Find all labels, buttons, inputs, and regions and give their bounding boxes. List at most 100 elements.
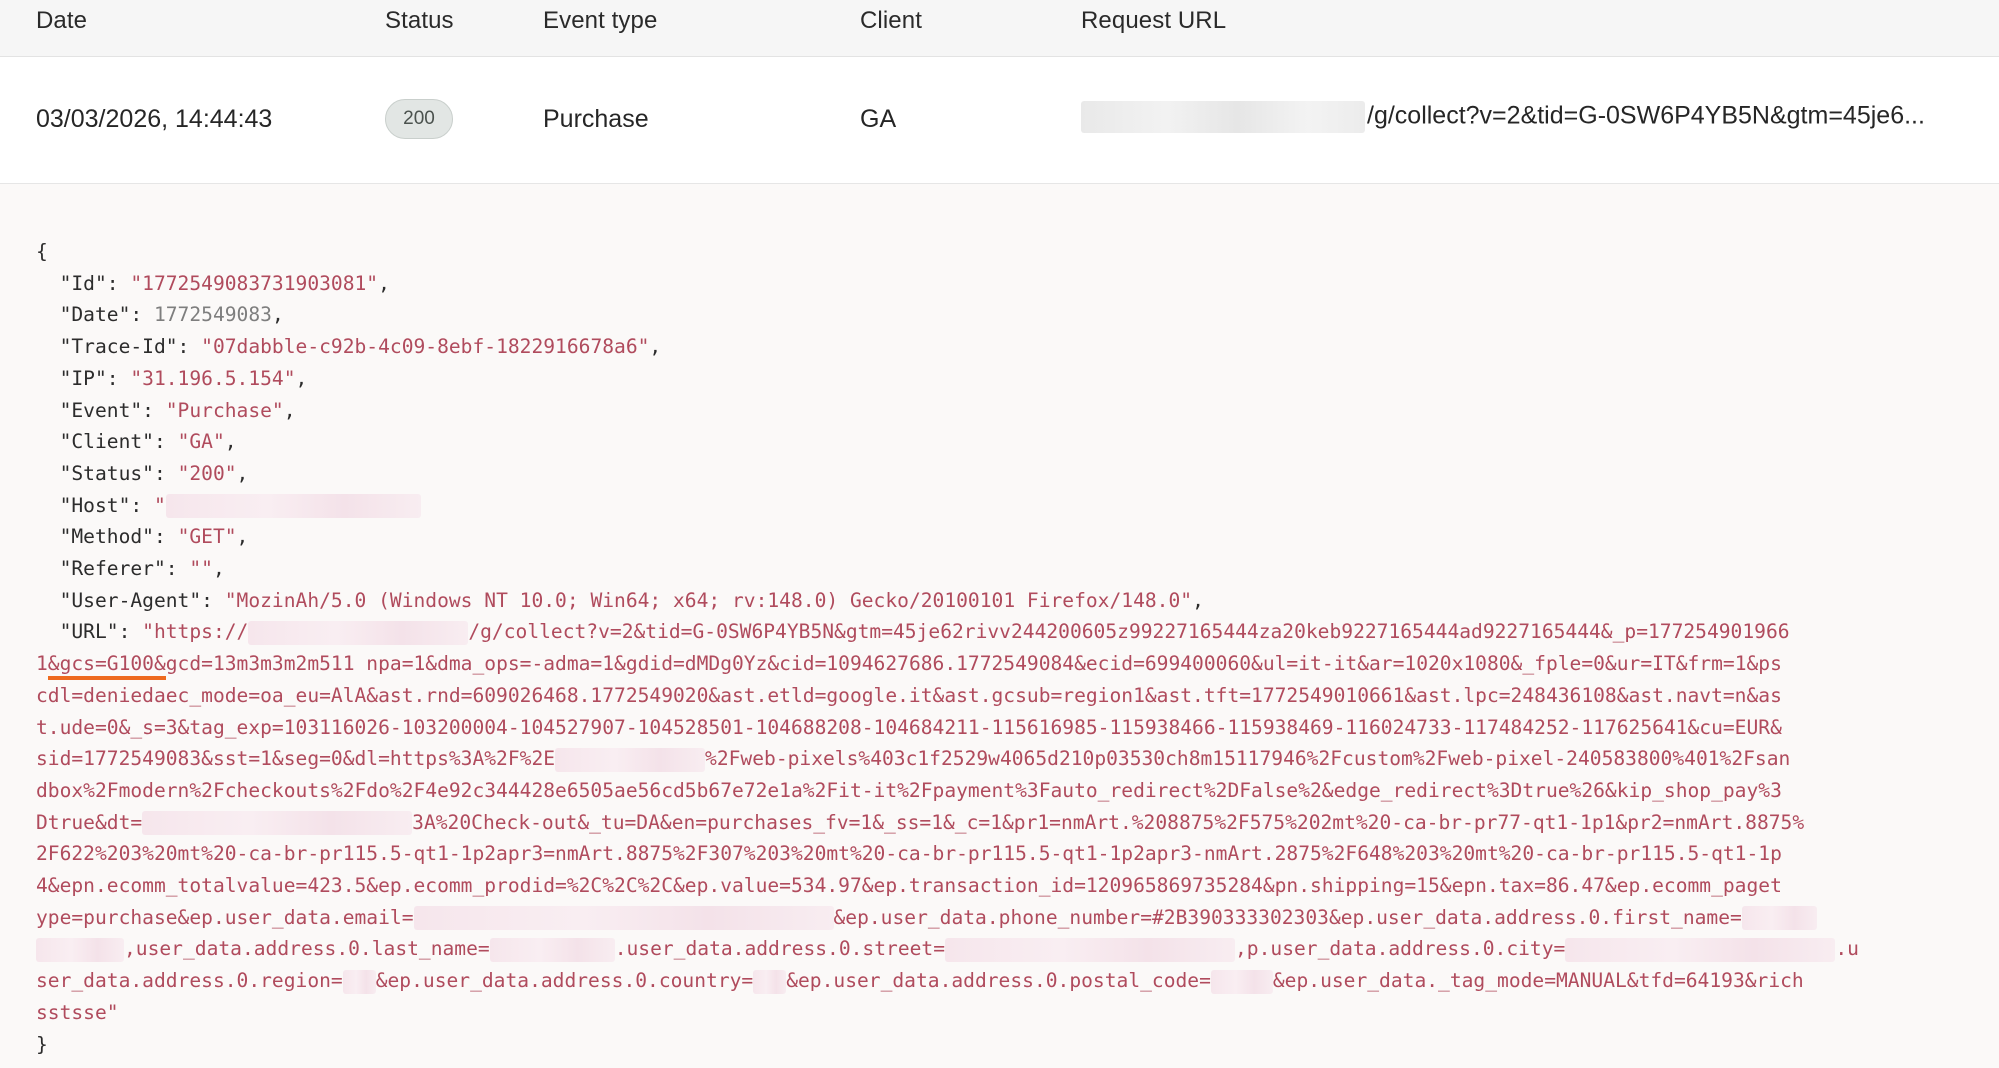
json-url-segment: /g/collect?v=2&tid=G-0SW6P4YB5N&gtm=45je… (468, 620, 1790, 644)
json-text (36, 462, 60, 485)
json-url-segment: cdl=deniedaec_mode=oa_eu=AlA&ast.rnd=609… (36, 683, 1782, 707)
json-line: "Referer": "", (36, 553, 1960, 585)
json-key: "Referer": (59, 557, 190, 581)
column-header-event-type[interactable]: Event type (543, 7, 657, 35)
row-event-type: Purchase (543, 105, 649, 133)
json-text (36, 525, 60, 548)
column-header-client[interactable]: Client (860, 7, 922, 35)
json-text (36, 494, 60, 517)
json-key: "Method": (59, 525, 178, 549)
json-key: "Date": (59, 303, 154, 327)
redacted-host (165, 494, 421, 519)
json-value: "1772549083731903081" (130, 271, 379, 295)
json-value: " (153, 493, 166, 517)
redacted-value (945, 937, 1236, 962)
table-header: Date Status Event type Client Request UR… (0, 0, 1999, 57)
json-value: "31.196.5.154" (130, 366, 296, 390)
json-value: "07dabble-c92b-4c09-8ebf-1822916678a6" (201, 335, 650, 359)
json-line: "Method": "GET", (36, 521, 1960, 553)
json-url-segment: %2Fweb-pixels%403c1f2529w4065d210p03530c… (705, 747, 1791, 771)
redacted-value (489, 937, 615, 962)
json-text: , (283, 398, 296, 422)
redacted-value (555, 747, 706, 772)
json-line: sstsse" (36, 997, 1960, 1029)
json-line: "Client": "GA", (36, 426, 1960, 458)
table-row[interactable]: 03/03/2026, 14:44:43 200 Purchase GA /g/… (0, 57, 1999, 184)
json-text (36, 620, 60, 643)
json-line: "Id": "1772549083731903081", (36, 268, 1960, 300)
redacted-value (142, 811, 413, 836)
request-detail-panel: { "Id": "1772549083731903081", "Date": 1… (0, 184, 1999, 1068)
json-line: "Trace-Id": "07dabble-c92b-4c09-8ebf-182… (36, 331, 1960, 363)
json-text: , (212, 557, 225, 581)
json-key: "Event": (59, 398, 166, 422)
redacted-value (248, 620, 469, 645)
row-request-url[interactable]: /g/collect?v=2&tid=G-0SW6P4YB5N&gtm=45je… (1081, 101, 1925, 133)
json-text: , (271, 303, 284, 327)
json-line: cdl=deniedaec_mode=oa_eu=AlA&ast.rnd=609… (36, 680, 1960, 712)
json-line: ser_data.address.0.region= &ep.user_data.… (36, 965, 1960, 997)
json-line: ype=purchase&ep.user_data.email= &ep.user… (36, 902, 1960, 934)
json-url-segment: ype=purchase&ep.user_data.email= (36, 905, 414, 929)
json-text: , (378, 271, 390, 295)
json-text: , (224, 430, 237, 454)
json-line: sid=1772549083&sst=1&seg=0&dl=https%3A%2… (36, 743, 1960, 775)
redacted-value (753, 969, 787, 994)
json-url-segment: dbox%2Fmodern%2Fcheckouts%2Fdo%2F4e92c34… (36, 778, 1782, 802)
json-open-brace: { (36, 240, 48, 263)
json-line: ,user_data.address.0.last_name= .user_dat… (36, 933, 1960, 965)
json-text (36, 303, 60, 326)
redacted-value (342, 969, 376, 994)
json-key: "Trace-Id": (59, 335, 202, 359)
json-line: "Host": " (36, 490, 1960, 522)
json-text: , (236, 525, 249, 549)
json-value: 1772549083 (153, 303, 272, 327)
json-line: t.ude=0&_s=3&tag_exp=103116026-103200004… (36, 712, 1960, 744)
json-url-segment: .u (1835, 937, 1859, 961)
json-value: "200" (177, 461, 237, 485)
json-key: "Host": (59, 493, 154, 517)
json-value: "MozinAh/5.0 (Windows NT 10.0; Win64; x6… (224, 588, 1193, 612)
json-text: , (1192, 588, 1204, 612)
gcs-highlight: &gcs=G100& (47, 652, 166, 676)
json-url-segment: ,p.user_data.address.0.city= (1235, 937, 1566, 961)
row-client: GA (860, 105, 897, 133)
json-line: 4&epn.ecomm_totalvalue=423.5&ep.ecomm_pr… (36, 870, 1960, 902)
json-url-segment: ,user_data.address.0.last_name= (124, 937, 490, 961)
redacted-value (36, 937, 124, 962)
json-url-segment: 1 (36, 652, 48, 676)
redacted-value (1565, 937, 1836, 962)
json-line: "IP": "31.196.5.154", (36, 363, 1960, 395)
json-line: "URL": "https:// /g/collect?v=2&tid=G-0SW… (36, 616, 1960, 648)
json-line: Dtrue&dt= 3A%20Check-out&_tu=DA&en=purcha… (36, 807, 1960, 839)
redacted-host (1081, 101, 1365, 133)
redacted-value (1210, 969, 1273, 994)
json-key: "Id": (59, 271, 131, 295)
column-header-status[interactable]: Status (385, 7, 454, 35)
json-url-segment: &ep.user_data.address.0.country= (375, 969, 754, 993)
json-text (36, 399, 60, 422)
redacted-value (413, 906, 834, 931)
json-url-segment: ser_data.address.0.region= (36, 969, 343, 993)
column-header-date[interactable]: Date (36, 7, 87, 35)
json-url-segment: 4&epn.ecomm_totalvalue=423.5&ep.ecomm_pr… (36, 874, 1782, 898)
json-url-segment: 3A%20Check-out&_tu=DA&en=purchases_fv=1&… (412, 810, 1805, 834)
json-line: "Event": "Purchase", (36, 395, 1960, 427)
json-text (36, 430, 60, 453)
json-line: 2F622%203%20mt%20-ca-br-pr115.5-qt1-1p2a… (36, 838, 1960, 870)
json-text (36, 589, 60, 612)
json-key: "User-Agent": (59, 588, 225, 612)
json-line: "User-Agent": "MozinAh/5.0 (Windows NT 1… (36, 585, 1960, 617)
json-value: "GA" (177, 430, 225, 454)
column-header-request-url[interactable]: Request URL (1081, 7, 1226, 35)
json-text: , (236, 461, 249, 485)
json-text: , (649, 335, 662, 359)
json-line: "Date": 1772549083, (36, 299, 1960, 331)
json-line: { (36, 236, 1960, 268)
json-url-segment: gcd=13m3m3m2m511 npa=1&dma_ops=-adma=1&g… (165, 652, 1782, 676)
json-line: } (36, 1029, 1960, 1061)
json-value: "Purchase" (165, 398, 284, 422)
request-json: { "Id": "1772549083731903081", "Date": 1… (36, 236, 1960, 1060)
json-text (36, 335, 60, 358)
json-url-segment: "https:// (142, 620, 249, 644)
